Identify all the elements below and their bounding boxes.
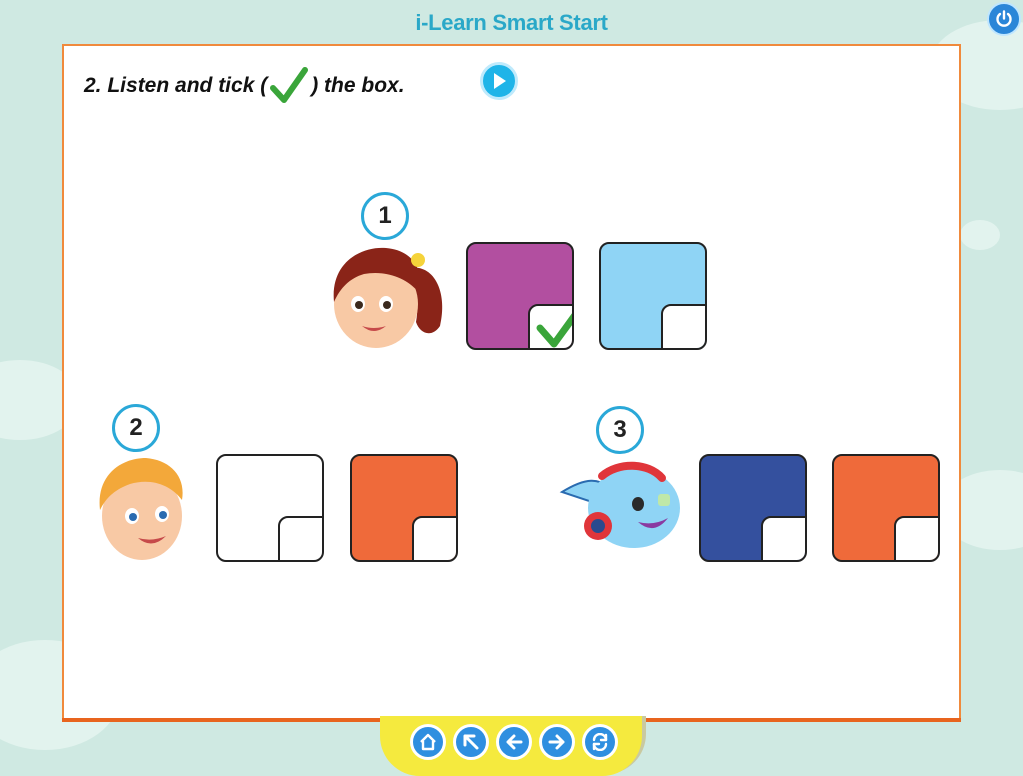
- back-to-top-button[interactable]: [453, 724, 489, 760]
- checkmark-icon: [270, 67, 309, 103]
- refresh-button[interactable]: [582, 724, 618, 760]
- previous-button[interactable]: [496, 724, 532, 760]
- home-button[interactable]: [410, 724, 446, 760]
- tick-box[interactable]: [661, 304, 705, 348]
- instruction-prefix: 2. Listen and tick (: [84, 74, 268, 97]
- arrow-up-left-icon: [463, 734, 479, 750]
- refresh-icon: [592, 733, 608, 751]
- tick-box[interactable]: [528, 304, 572, 348]
- home-icon: [420, 733, 436, 751]
- instruction-suffix: ) the box.: [311, 74, 405, 97]
- background-cloud: [960, 220, 1000, 250]
- answer-box-2-a[interactable]: [216, 454, 324, 562]
- instruction-text: 2. Listen and tick ( ) the box.: [84, 66, 405, 106]
- boy-face-icon: [99, 458, 183, 560]
- tick-box[interactable]: [761, 516, 805, 560]
- app-title: i-Learn Smart Start: [415, 10, 608, 35]
- item-number-2: 2: [112, 404, 160, 452]
- exercise-panel: 2. Listen and tick ( ) the box. 1 2 3: [62, 44, 961, 720]
- answer-box-3-b[interactable]: [832, 454, 940, 562]
- robot-face-icon: [559, 461, 680, 548]
- next-button[interactable]: [539, 724, 575, 760]
- power-button[interactable]: [987, 2, 1021, 36]
- power-icon: [996, 10, 1012, 27]
- checkmark-icon: [536, 313, 572, 348]
- item-number-3: 3: [596, 406, 644, 454]
- arrow-left-icon: [506, 734, 523, 750]
- answer-box-2-b[interactable]: [350, 454, 458, 562]
- answer-box-1-a[interactable]: [466, 242, 574, 350]
- tick-box[interactable]: [894, 516, 938, 560]
- play-icon: [494, 73, 506, 89]
- tick-box[interactable]: [412, 516, 456, 560]
- tick-box[interactable]: [278, 516, 322, 560]
- answer-box-1-b[interactable]: [599, 242, 707, 350]
- arrow-right-icon: [548, 734, 565, 750]
- play-audio-button[interactable]: [480, 62, 518, 100]
- girl-face-icon: [333, 247, 443, 348]
- answer-box-3-a[interactable]: [699, 454, 807, 562]
- item-number-1: 1: [361, 192, 409, 240]
